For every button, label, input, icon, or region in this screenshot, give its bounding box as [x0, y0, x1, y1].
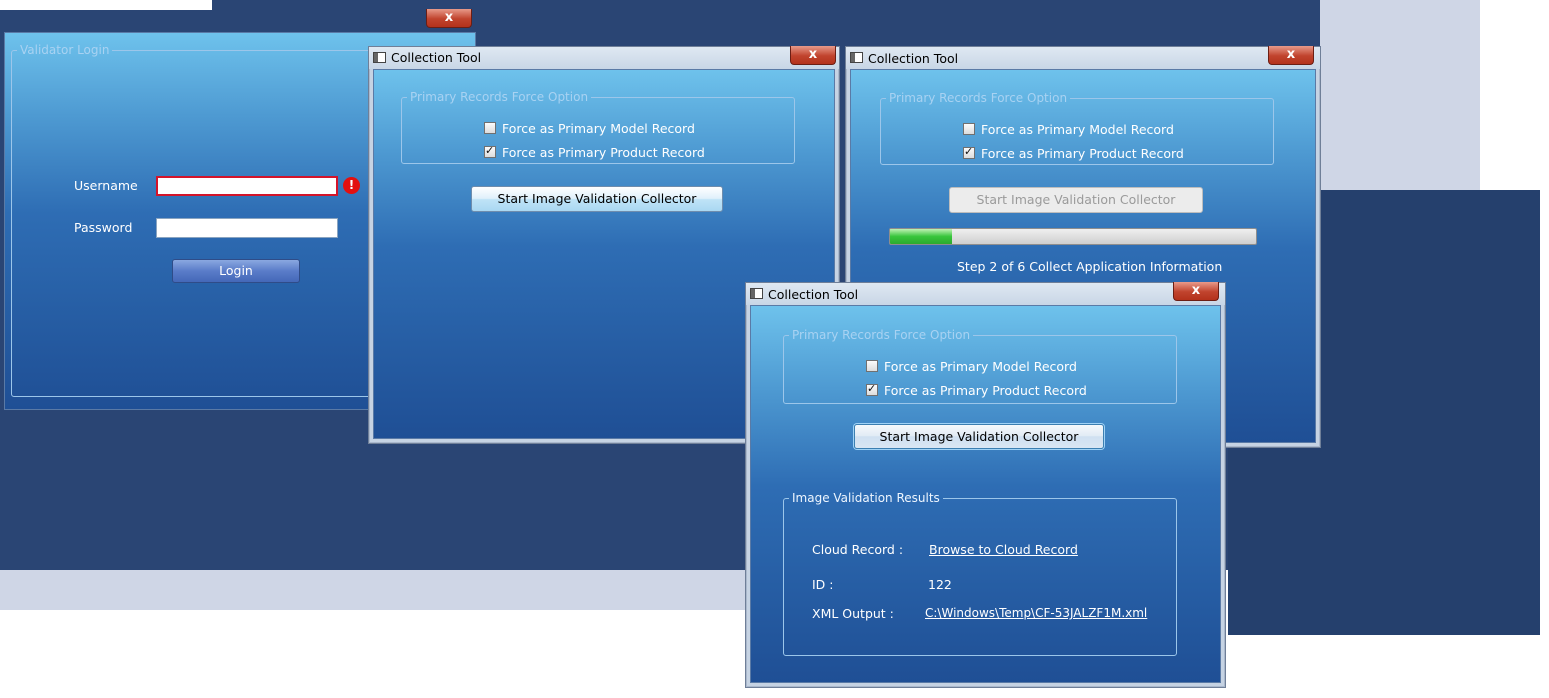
collection-tool-3-titlebar[interactable]: Collection Tool [746, 283, 1225, 305]
collection-tool-3-client: Primary Records Force Option Force as Pr… [750, 305, 1221, 683]
id-label: ID : [812, 577, 834, 592]
checkbox-label: Force as Primary Product Record [981, 146, 1184, 161]
start-image-validation-button[interactable]: Start Image Validation Collector [471, 186, 723, 212]
force-primary-product-checkbox[interactable]: Force as Primary Product Record [866, 382, 1087, 398]
primary-records-group-label: Primary Records Force Option [410, 90, 589, 104]
checkbox-box [484, 122, 496, 134]
window-icon [850, 52, 863, 63]
xml-output-link[interactable]: C:\Windows\Temp\CF-53JALZF1M.xml [925, 606, 1147, 620]
close-button[interactable]: x [1268, 46, 1314, 65]
force-primary-model-checkbox[interactable]: Force as Primary Model Record [866, 359, 1077, 374]
primary-records-group-label: Primary Records Force Option [889, 91, 1068, 105]
desktop-right-light [1320, 0, 1480, 190]
window-title: Collection Tool [768, 287, 859, 302]
checkbox-label: Force as Primary Product Record [884, 383, 1087, 398]
password-input[interactable] [156, 218, 338, 238]
collection-tool-window-3: Collection Tool x Primary Records Force … [745, 282, 1226, 688]
checkbox-box [963, 145, 975, 159]
collection-tool-1-titlebar[interactable]: Collection Tool [369, 47, 839, 69]
progress-status-text: Step 2 of 6 Collect Application Informat… [957, 259, 1223, 274]
username-input[interactable] [156, 176, 338, 196]
primary-records-group-label: Primary Records Force Option [792, 328, 971, 342]
xml-output-label: XML Output : [812, 606, 894, 621]
window-icon [750, 288, 763, 299]
checkbox-label: Force as Primary Model Record [502, 121, 695, 136]
close-button[interactable]: x [1173, 282, 1219, 301]
validator-login-group-label: Validator Login [20, 43, 110, 57]
image-validation-results-label: Image Validation Results [792, 491, 940, 505]
checkbox-box [866, 382, 878, 396]
force-primary-product-checkbox[interactable]: Force as Primary Product Record [484, 144, 705, 160]
checkbox-label: Force as Primary Model Record [981, 122, 1174, 137]
collection-progress-bar [889, 228, 1257, 245]
checkbox-box [963, 123, 975, 135]
desktop-top-left [0, 0, 212, 10]
checkbox-label: Force as Primary Model Record [884, 359, 1077, 374]
checkbox-box [484, 144, 496, 158]
window-title: Collection Tool [868, 51, 959, 66]
collection-tool-2-titlebar[interactable]: Collection Tool [846, 47, 1320, 69]
progress-fill [890, 229, 953, 244]
image-validation-results-group: Image Validation Results [783, 491, 1177, 656]
checkbox-box [866, 360, 878, 372]
cloud-record-label: Cloud Record : [812, 542, 904, 557]
login-close-button[interactable]: x [426, 9, 472, 28]
force-primary-model-checkbox[interactable]: Force as Primary Model Record [484, 121, 695, 136]
force-primary-model-checkbox[interactable]: Force as Primary Model Record [963, 122, 1174, 137]
password-label: Password [74, 220, 133, 235]
error-icon: ! [343, 177, 360, 194]
start-image-validation-button[interactable]: Start Image Validation Collector [949, 187, 1203, 213]
id-value: 122 [928, 577, 952, 592]
desktop-top-right [1480, 0, 1549, 190]
window-title: Collection Tool [391, 50, 482, 65]
username-label: Username [74, 178, 138, 193]
window-icon [373, 52, 386, 63]
checkbox-label: Force as Primary Product Record [502, 145, 705, 160]
desktop-lower-strip [0, 570, 760, 610]
force-primary-product-checkbox[interactable]: Force as Primary Product Record [963, 145, 1184, 161]
start-image-validation-button[interactable]: Start Image Validation Collector [854, 424, 1104, 449]
close-button[interactable]: x [790, 46, 836, 65]
browse-cloud-record-link[interactable]: Browse to Cloud Record [929, 542, 1078, 557]
login-button[interactable]: Login [172, 259, 300, 283]
